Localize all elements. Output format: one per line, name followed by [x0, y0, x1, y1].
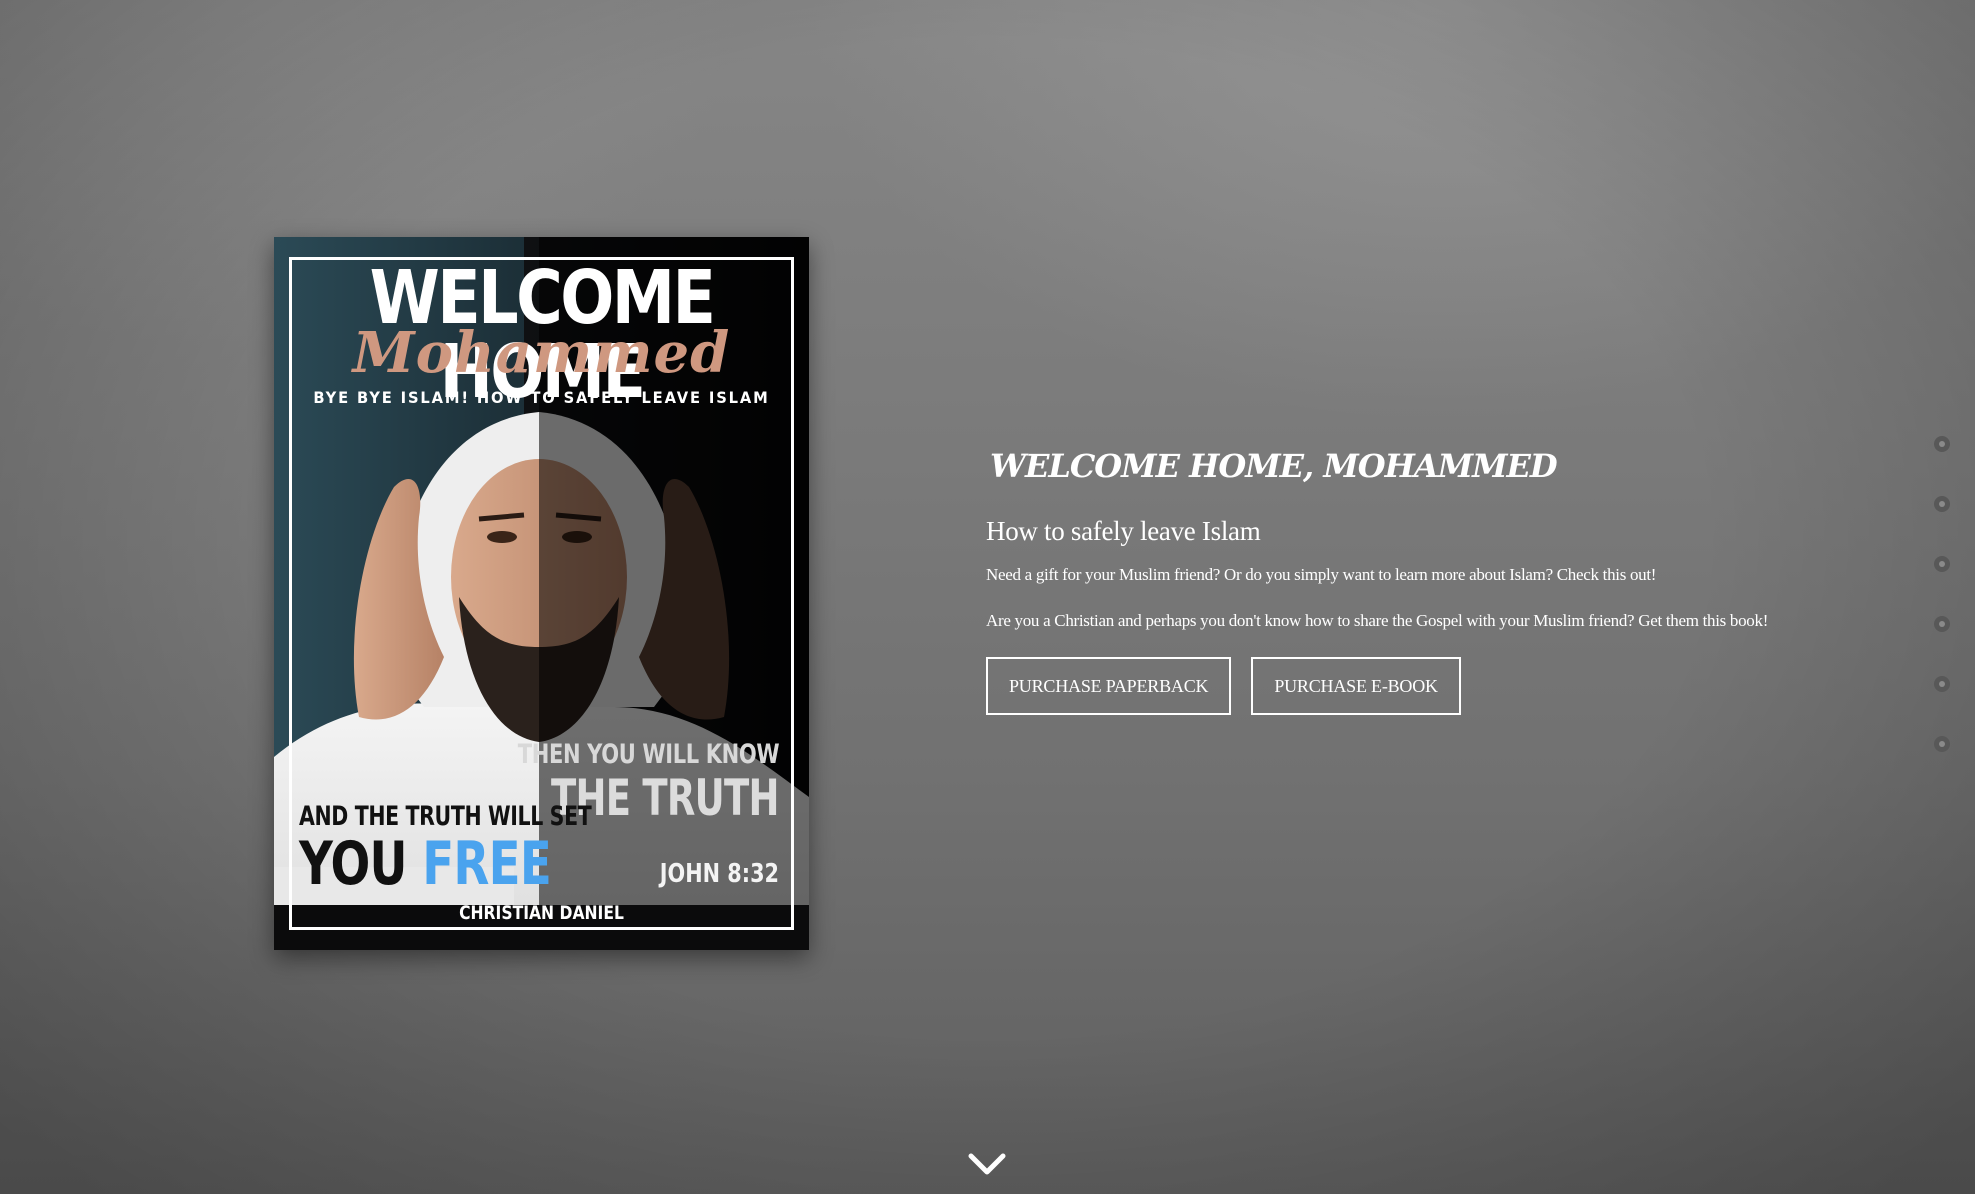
cover-you: YOU	[299, 829, 407, 899]
section-dot-3[interactable]	[1934, 556, 1950, 572]
section-dot-2[interactable]	[1934, 496, 1950, 512]
cover-author: CHRISTIAN DANIEL	[459, 902, 624, 924]
book-cover-image: WELCOME HOME Mohammed BYE BYE ISLAM! HOW…	[274, 237, 809, 950]
cover-script-name: Mohammed	[352, 320, 731, 386]
cover-quote-line1: THEN YOU WILL KNOW	[517, 739, 780, 770]
hero-subtitle: How to safely leave Islam	[986, 516, 1261, 546]
hero-title: WELCOME HOME, MOHAMMED	[990, 447, 1558, 485]
purchase-paperback-button[interactable]: PURCHASE PAPERBACK	[986, 657, 1232, 715]
section-dot-6[interactable]	[1934, 736, 1950, 752]
cover-quote-line3: AND THE TRUTH WILL SET	[299, 801, 592, 832]
cover-subtitle: BYE BYE ISLAM! HOW TO SAFELY LEAVE ISLAM	[313, 388, 770, 407]
scroll-down-button[interactable]	[967, 1150, 1007, 1178]
cover-free: FREE	[422, 829, 552, 899]
section-nav-dots	[1934, 436, 1952, 796]
section-dot-5[interactable]	[1934, 676, 1950, 692]
section-dot-4[interactable]	[1934, 616, 1950, 632]
purchase-ebook-button[interactable]: PURCHASE E-BOOK	[1251, 657, 1461, 715]
hero-paragraph-1: Need a gift for your Muslim friend? Or d…	[986, 565, 1657, 584]
hero-content: WELCOME HOME, MOHAMMED How to safely lea…	[986, 450, 1866, 715]
chevron-down-icon	[968, 1153, 1006, 1175]
hero-paragraph-2: Are you a Christian and perhaps you don'…	[986, 611, 1769, 630]
purchase-buttons: PURCHASE PAPERBACK PURCHASE E-BOOK	[986, 657, 1866, 715]
section-dot-1[interactable]	[1934, 436, 1950, 452]
cover-verse: JOHN 8:32	[659, 859, 779, 889]
cover-quote-line4: YOU FREE	[299, 829, 552, 899]
